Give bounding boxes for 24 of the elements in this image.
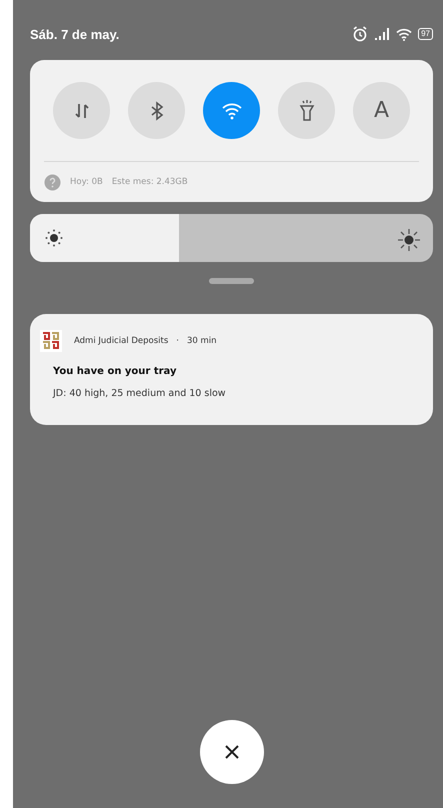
bright-sun-icon	[397, 228, 421, 252]
drag-handle[interactable]	[209, 278, 254, 284]
app-name: Admi Judicial Deposits	[74, 336, 168, 346]
brightness-slider[interactable]	[30, 214, 433, 262]
usage-today: Hoy: 0B	[70, 177, 103, 187]
app-logo-icon	[40, 330, 62, 352]
notification-time: 30 min	[187, 336, 217, 346]
signal-icon	[374, 28, 390, 40]
flashlight-icon	[298, 100, 314, 122]
dim-sun-icon	[44, 228, 64, 248]
data-transfer-icon	[74, 102, 90, 120]
wifi-icon	[220, 102, 242, 120]
help-icon	[44, 174, 61, 190]
usage-month: Este mes: 2.43GB	[112, 177, 188, 187]
bluetooth-icon	[150, 100, 164, 120]
separator-dot: ·	[176, 336, 179, 346]
close-icon	[224, 745, 238, 759]
notification-title: You have on your tray	[53, 366, 178, 377]
letter-toggle[interactable]: A	[353, 82, 410, 139]
battery-indicator: 97	[418, 28, 433, 40]
alarm-icon	[352, 26, 368, 42]
wifi-icon	[396, 28, 412, 40]
notification-body: JD: 40 high, 25 medium and 10 slow	[53, 388, 227, 399]
status-date: Sáb. 7 de may.	[30, 26, 120, 42]
